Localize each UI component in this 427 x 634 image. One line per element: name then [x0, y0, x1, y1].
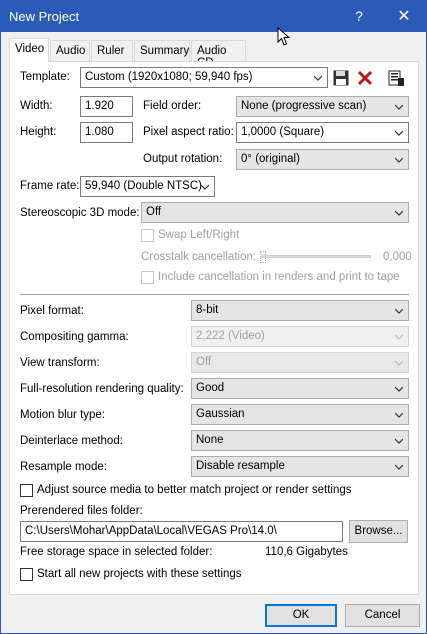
render-quality-label: Full-resolution rendering quality: — [20, 383, 184, 395]
chevron-down-icon — [314, 75, 322, 81]
height-input[interactable]: 1.080 — [80, 122, 133, 143]
help-button[interactable]: ? — [341, 1, 377, 32]
adjust-source-label: Adjust source media to better match proj… — [37, 484, 352, 496]
crosstalk-label: Crosstalk cancellation: — [141, 251, 257, 263]
pixel-aspect-select[interactable]: 1,0000 (Square) — [236, 122, 409, 143]
crosstalk-value: 0,000 — [383, 251, 412, 263]
chevron-down-icon — [395, 412, 403, 418]
tab-video[interactable]: Video — [9, 38, 49, 62]
deinterlace-label: Deinterlace method: — [20, 435, 123, 447]
template-value: Custom (1920x1080; 59,940 fps) — [85, 71, 253, 83]
compositing-gamma-value: 2,222 (Video) — [196, 330, 265, 342]
chevron-down-icon — [395, 210, 403, 216]
crosstalk-slider-thumb[interactable] — [260, 251, 266, 263]
swap-left-right-checkbox[interactable] — [141, 229, 154, 242]
chevron-down-icon — [201, 184, 209, 190]
prerendered-label: Prerendered files folder: — [20, 505, 143, 517]
width-label: Width: — [20, 100, 53, 112]
compositing-gamma-label: Compositing gamma: — [20, 331, 129, 343]
view-transform-label: View transform: — [20, 357, 100, 369]
delete-template-icon[interactable] — [356, 69, 374, 87]
browse-button[interactable]: Browse... — [349, 520, 408, 543]
stereo-label: Stereoscopic 3D mode: — [20, 207, 140, 219]
window-title: New Project — [9, 9, 80, 24]
pixel-aspect-value: 1,0000 (Square) — [241, 126, 325, 138]
pixel-format-select[interactable]: 8-bit — [191, 300, 409, 321]
resample-label: Resample mode: — [20, 461, 107, 473]
chevron-down-icon — [395, 308, 403, 314]
pixel-aspect-label: Pixel aspect ratio: — [143, 126, 234, 138]
template-label: Template: — [20, 71, 70, 83]
free-storage-value: 110,6 Gigabytes — [265, 546, 348, 558]
free-storage-label: Free storage space in selected folder: — [20, 546, 213, 558]
frame-rate-select[interactable]: 59,940 (Double NTSC) — [80, 176, 215, 197]
prerendered-folder-input[interactable]: C:\Users\Mohar\AppData\Local\VEGAS Pro\1… — [20, 521, 343, 542]
frame-rate-label: Frame rate: — [20, 180, 80, 192]
chevron-down-icon — [395, 386, 403, 392]
tab-ruler[interactable]: Ruler — [91, 40, 133, 61]
start-all-projects-checkbox[interactable] — [20, 568, 33, 581]
output-rotation-value: 0° (original) — [241, 153, 300, 165]
chevron-down-icon — [395, 334, 403, 340]
chevron-down-icon — [395, 130, 403, 136]
compositing-gamma-select[interactable]: 2,222 (Video) — [191, 326, 409, 347]
chevron-down-icon — [395, 157, 403, 163]
cancel-button[interactable]: Cancel — [345, 604, 420, 627]
pixel-format-value: 8-bit — [196, 304, 219, 316]
width-input[interactable]: 1.920 — [80, 96, 133, 117]
close-button[interactable]: ✕ — [386, 1, 422, 32]
save-template-icon[interactable] — [332, 69, 350, 87]
chevron-down-icon — [395, 104, 403, 110]
resample-value: Disable resample — [196, 460, 285, 472]
view-transform-value: Off — [196, 356, 212, 368]
motion-blur-value: Gaussian — [196, 408, 245, 420]
start-all-projects-label: Start all new projects with these settin… — [37, 568, 242, 580]
match-media-settings-icon[interactable] — [387, 69, 405, 87]
frame-rate-value: 59,940 (Double NTSC) — [85, 180, 202, 192]
divider — [20, 294, 409, 295]
mouse-cursor-icon — [277, 27, 291, 46]
ok-button[interactable]: OK — [265, 604, 337, 627]
include-cancellation-label: Include cancellation in renders and prin… — [158, 271, 400, 283]
deinterlace-value: None — [196, 434, 224, 446]
field-order-label: Field order: — [143, 100, 202, 112]
render-quality-value: Good — [196, 382, 225, 394]
chevron-down-icon — [395, 360, 403, 366]
new-project-dialog: New Project ? ✕ Video Audio Ruler Summar… — [0, 0, 427, 634]
stereo-value: Off — [146, 206, 162, 218]
adjust-source-checkbox[interactable] — [20, 484, 33, 497]
field-order-value: None (progressive scan) — [241, 100, 367, 112]
stereo-select[interactable]: Off — [141, 202, 409, 223]
swap-left-right-label: Swap Left/Right — [158, 229, 240, 241]
deinterlace-select[interactable]: None — [191, 430, 409, 451]
resample-select[interactable]: Disable resample — [191, 456, 409, 477]
render-quality-select[interactable]: Good — [191, 378, 409, 399]
chevron-down-icon — [395, 438, 403, 444]
field-order-select[interactable]: None (progressive scan) — [236, 96, 409, 117]
motion-blur-select[interactable]: Gaussian — [191, 404, 409, 425]
chevron-down-icon — [395, 464, 403, 470]
output-rotation-label: Output rotation: — [143, 153, 223, 165]
motion-blur-label: Motion blur type: — [20, 409, 106, 421]
tab-summary[interactable]: Summary — [134, 40, 190, 61]
output-rotation-select[interactable]: 0° (original) — [236, 149, 409, 170]
template-select[interactable]: Custom (1920x1080; 59,940 fps) — [80, 67, 328, 88]
height-label: Height: — [20, 126, 57, 138]
crosstalk-slider[interactable] — [261, 255, 371, 258]
tab-audio-cd[interactable]: Audio CD — [191, 40, 246, 69]
view-transform-select[interactable]: Off — [191, 352, 409, 373]
tab-audio[interactable]: Audio — [50, 40, 90, 61]
title-bar: New Project ? ✕ — [1, 1, 426, 32]
include-cancellation-checkbox[interactable] — [141, 271, 154, 284]
pixel-format-label: Pixel format: — [20, 305, 84, 317]
